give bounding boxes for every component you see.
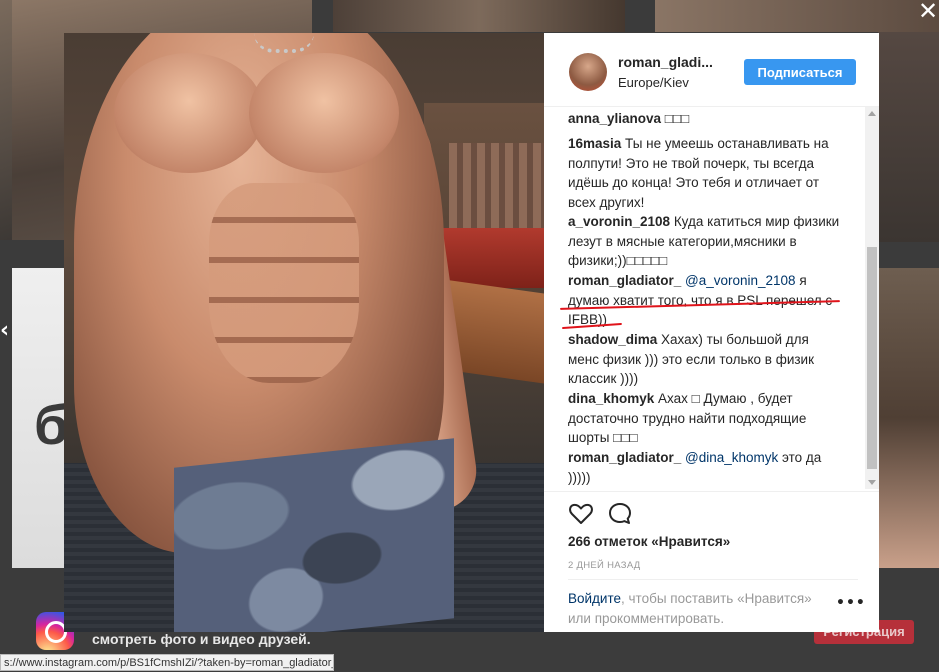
post-username[interactable]: roman_gladi... — [618, 54, 713, 70]
comment-mention[interactable]: @dina_khomyk — [681, 450, 778, 465]
avatar[interactable] — [569, 53, 607, 91]
divider — [568, 579, 858, 580]
scroll-up-arrow-icon[interactable] — [868, 111, 876, 116]
comment-username[interactable]: shadow_dima — [568, 332, 657, 347]
background-thumbnail[interactable] — [878, 268, 939, 568]
post-modal: roman_gladi... Europe/Kiev Подписаться a… — [64, 33, 879, 632]
post-sidebar: roman_gladi... Europe/Kiev Подписаться a… — [544, 33, 879, 632]
prev-arrow-icon[interactable]: ‹ — [0, 318, 9, 343]
comments-scrollbar[interactable] — [865, 107, 879, 489]
comment-item: dina_khomyk Ахах □ Думаю , будет достато… — [568, 389, 843, 448]
comment-username[interactable]: roman_gladiator_ — [568, 450, 681, 465]
comments-list[interactable]: anna_ylianova □□□ 16masia Ты не умеешь о… — [544, 107, 864, 489]
comment-username[interactable]: a_voronin_2108 — [568, 214, 670, 229]
photo-abs — [209, 183, 359, 383]
close-icon[interactable]: ✕ — [917, 0, 939, 23]
comment-username[interactable]: roman_gladiator_ — [568, 273, 681, 288]
comment-item: 16masia Ты не умеешь останавливать на по… — [568, 134, 843, 212]
photo-shorts — [174, 438, 454, 632]
photo-tablecloth — [434, 228, 544, 288]
post-photo[interactable] — [64, 33, 544, 632]
likes-count[interactable]: 266 отметок «Нравится» — [568, 534, 730, 549]
comment-item: anna_ylianova □□□ — [568, 109, 843, 129]
comment-item: a_voronin_2108 Куда катиться мир физики … — [568, 212, 843, 271]
comment-item: roman_gladiator_ @dina_khomyk это да )))… — [568, 448, 843, 487]
comment-item: shadow_dima Хахах) ты большой для менс ф… — [568, 330, 843, 389]
comment-text: □□□ — [661, 111, 690, 126]
follow-button[interactable]: Подписаться — [744, 59, 856, 85]
more-options-icon[interactable]: ••• — [836, 595, 866, 611]
comment-icon[interactable] — [607, 501, 633, 527]
post-location[interactable]: Europe/Kiev — [618, 75, 689, 90]
background-thumbnail[interactable] — [655, 0, 939, 32]
photo-pec-right — [249, 53, 399, 173]
comment-username[interactable]: dina_khomyk — [568, 391, 654, 406]
status-bar-url: s://www.instagram.com/p/BS1fCmshIZi/?tak… — [0, 654, 334, 671]
photo-pec-left — [114, 53, 264, 173]
comment-mention[interactable]: @a_voronin_2108 — [681, 273, 796, 288]
background-thumbnail[interactable] — [333, 0, 625, 32]
comment-username[interactable]: 16masia — [568, 136, 621, 151]
login-link[interactable]: Войдите — [568, 591, 621, 606]
post-header: roman_gladi... Europe/Kiev Подписаться — [544, 33, 879, 107]
post-timestamp[interactable]: 2 ДНЕЙ НАЗАД — [568, 560, 641, 571]
scroll-down-arrow-icon[interactable] — [868, 480, 876, 485]
background-thumbnail[interactable] — [878, 32, 939, 242]
signup-promo-text: смотреть фото и видео друзей. — [92, 631, 311, 647]
post-actions: 266 отметок «Нравится» 2 ДНЕЙ НАЗАД Войд… — [544, 491, 879, 632]
scrollbar-thumb[interactable] — [867, 247, 877, 469]
heart-icon[interactable] — [568, 501, 594, 527]
login-prompt: Войдите, чтобы поставить «Нравится» или … — [568, 589, 838, 628]
comment-username[interactable]: anna_ylianova — [568, 111, 661, 126]
